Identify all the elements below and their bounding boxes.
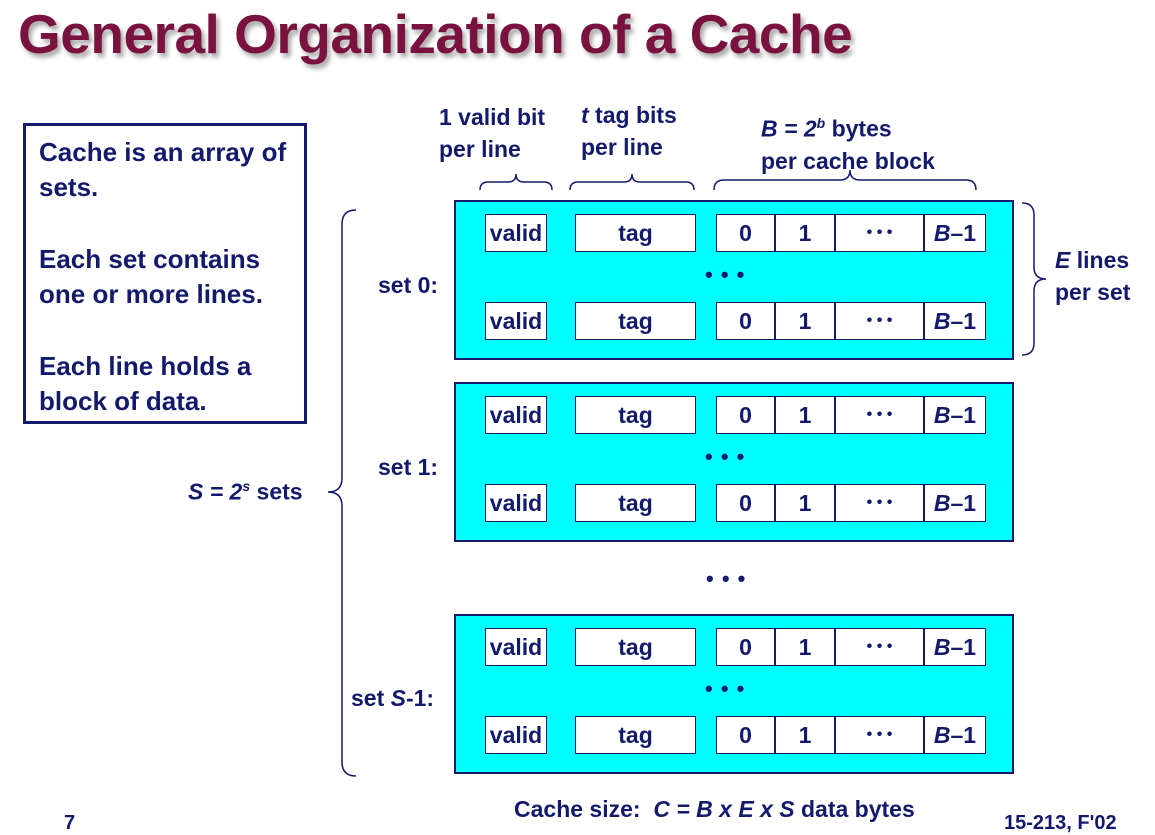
sets-count-label: S = 2s sets: [188, 478, 303, 505]
block-byte-0: 0: [716, 716, 775, 754]
block-byte-0: 0: [716, 484, 775, 522]
valid-cell: valid: [485, 628, 547, 666]
cache-line: valid tag 0 1 • • • B –1: [456, 484, 1012, 522]
block-byte-last: B –1: [924, 302, 986, 340]
block-byte-last: B –1: [924, 716, 986, 754]
tag-cell: tag: [575, 214, 696, 252]
brace-valid-bit: [479, 173, 553, 191]
tag-cell: tag: [575, 484, 696, 522]
block-byte-1: 1: [775, 484, 835, 522]
cache-set-0: valid tag 0 1 • • • B –1 • • • valid tag …: [454, 200, 1014, 360]
valid-cell: valid: [485, 396, 547, 434]
brace-lines-per-set: [1021, 202, 1047, 356]
block-bytes-ellipsis: • • •: [835, 396, 924, 434]
cache-line: valid tag 0 1 • • • B –1: [456, 716, 1012, 754]
block-bytes-ellipsis: • • •: [835, 302, 924, 340]
block-byte-last: B –1: [924, 396, 986, 434]
course-label: 15-213, F'02: [1004, 812, 1117, 834]
block-bytes-ellipsis: • • •: [835, 716, 924, 754]
block-byte-0: 0: [716, 214, 775, 252]
block-byte-0: 0: [716, 396, 775, 434]
cache-set-last: valid tag 0 1 • • • B –1 • • • valid tag …: [454, 614, 1014, 774]
block-bytes-ellipsis: • • •: [835, 628, 924, 666]
cache-line: valid tag 0 1 • • • B –1: [456, 302, 1012, 340]
slide-number: 7: [64, 812, 76, 834]
brace-block-bytes: [713, 169, 977, 191]
block-bytes-ellipsis: • • •: [835, 214, 924, 252]
block-byte-last: B –1: [924, 484, 986, 522]
tag-cell: tag: [575, 302, 696, 340]
lines-per-set-label: E lines per set: [1055, 247, 1131, 305]
lines-ellipsis: • • •: [705, 676, 746, 701]
brace-tag-bits: [569, 173, 695, 191]
lines-ellipsis: • • •: [705, 444, 746, 469]
tag-cell: tag: [575, 396, 696, 434]
block-byte-1: 1: [775, 716, 835, 754]
cache-set-1: valid tag 0 1 • • • B –1 • • • valid tag …: [454, 382, 1014, 542]
block-byte-1: 1: [775, 628, 835, 666]
cache-line: valid tag 0 1 • • • B –1: [456, 396, 1012, 434]
block-byte-1: 1: [775, 302, 835, 340]
set-1-label: set 1:: [378, 454, 439, 480]
block-bytes-ellipsis: • • •: [835, 484, 924, 522]
tag-cell: tag: [575, 628, 696, 666]
valid-cell: valid: [485, 214, 547, 252]
valid-cell: valid: [485, 302, 547, 340]
block-byte-1: 1: [775, 214, 835, 252]
set-0-label: set 0:: [378, 272, 439, 298]
lines-ellipsis: • • •: [705, 262, 746, 287]
sets-ellipsis: • • •: [706, 566, 747, 591]
block-byte-1: 1: [775, 396, 835, 434]
block-byte-0: 0: [716, 302, 775, 340]
valid-cell: valid: [485, 716, 547, 754]
block-byte-last: B –1: [924, 628, 986, 666]
cache-line: valid tag 0 1 • • • B –1: [456, 214, 1012, 252]
cache-size-formula: Cache size: C = B x E x S data bytes: [514, 796, 915, 822]
valid-cell: valid: [485, 484, 547, 522]
set-last-label: set S-1:: [351, 685, 435, 711]
cache-line: valid tag 0 1 • • • B –1: [456, 628, 1012, 666]
block-byte-last: B –1: [924, 214, 986, 252]
tag-cell: tag: [575, 716, 696, 754]
block-byte-0: 0: [716, 628, 775, 666]
